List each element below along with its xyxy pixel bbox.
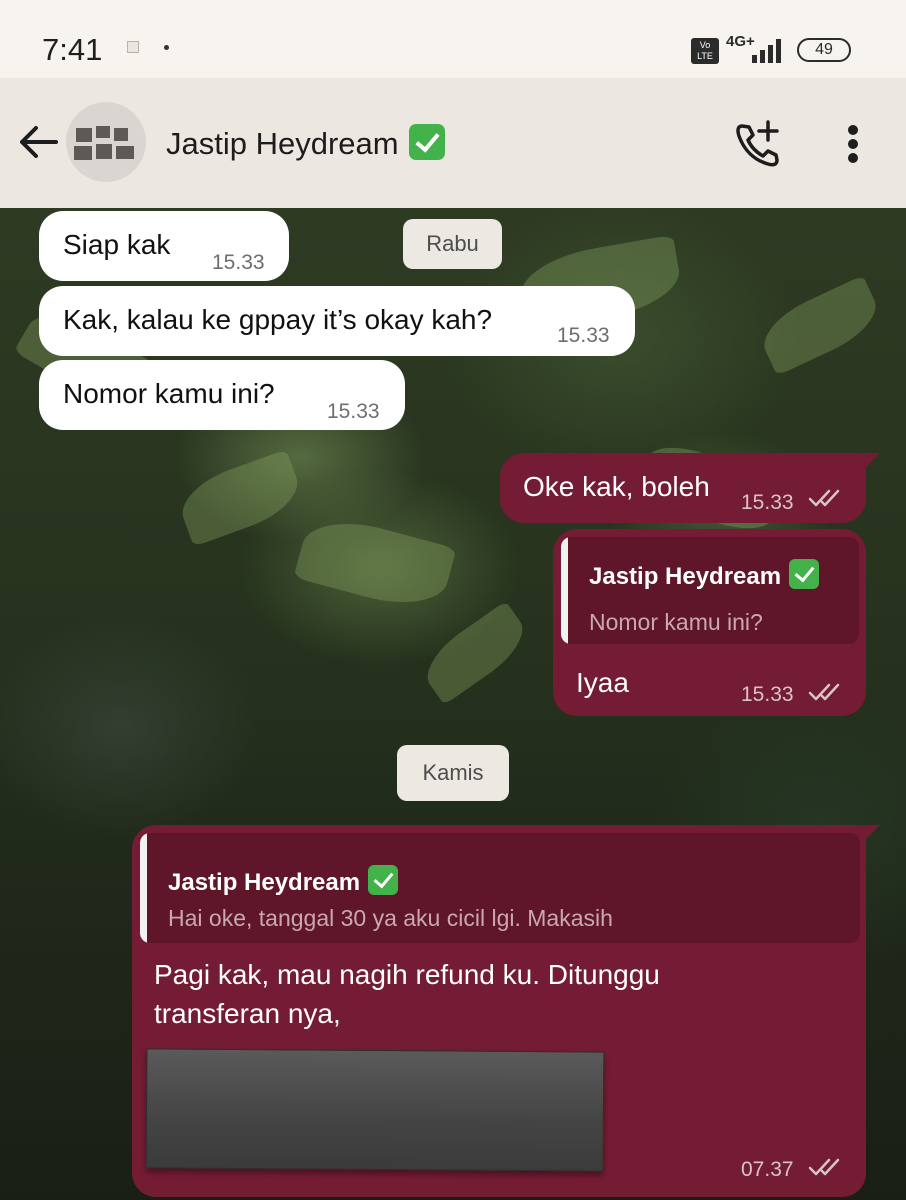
message-time: 15.33: [741, 491, 794, 514]
quote-bar: [561, 537, 568, 644]
message-time: 15.33: [741, 683, 794, 706]
redacted-attachment: [145, 1048, 605, 1172]
read-receipt-icon: [808, 683, 840, 701]
contact-name[interactable]: Jastip Heydream: [166, 124, 445, 162]
verified-badge-icon: [789, 559, 820, 589]
add-call-icon[interactable]: [732, 118, 784, 170]
quote-sender-text: Jastip Heydream: [589, 563, 782, 590]
message-outgoing[interactable]: Jastip Heydream Nomor kamu ini? Iyaa 15.…: [553, 529, 866, 716]
quoted-message[interactable]: Jastip Heydream Hai oke, tanggal 30 ya a…: [140, 833, 860, 943]
message-text-line-2: transferan nya,: [154, 998, 341, 1029]
arrow-left-icon[interactable]: [16, 120, 60, 164]
status-bar: 7:41 Vo LTE 4G+ 49: [0, 0, 906, 78]
bubble-tail: [864, 453, 880, 469]
message-incoming[interactable]: Nomor kamu ini? 15.33: [39, 360, 405, 430]
more-notifications-dot-icon: [164, 45, 169, 50]
quote-sender: Jastip Heydream: [168, 865, 399, 897]
quote-sender: Jastip Heydream: [589, 559, 820, 591]
quote-bar: [140, 833, 147, 943]
verified-badge-icon: [408, 124, 445, 160]
bubble-tail: [864, 825, 880, 841]
notification-icon: [127, 41, 139, 53]
message-text: Nomor kamu ini?: [63, 378, 275, 409]
message-time: 07.37: [741, 1158, 794, 1181]
message-time: 15.33: [212, 251, 265, 274]
volte-icon: Vo LTE: [691, 38, 719, 64]
avatar[interactable]: [66, 102, 146, 182]
message-incoming[interactable]: Siap kak 15.33: [39, 211, 289, 281]
message-text-line-1: Pagi kak, mau nagih refund ku. Ditunggu: [154, 959, 660, 990]
message-text: Siap kak: [63, 229, 171, 260]
message-time: 15.33: [327, 400, 380, 423]
quote-sender-text: Jastip Heydream: [168, 869, 361, 896]
message-text: Iyaa: [576, 667, 629, 698]
message-text: Oke kak, boleh: [523, 471, 710, 502]
message-time: 15.33: [557, 324, 610, 347]
date-chip: Rabu: [403, 219, 502, 269]
quoted-message[interactable]: Jastip Heydream Nomor kamu ini?: [561, 537, 859, 644]
read-receipt-icon: [808, 1158, 840, 1176]
contact-name-text: Jastip Heydream: [166, 126, 399, 161]
chat-area[interactable]: Siap kak 15.33 Rabu Kak, kalau ke gppay …: [0, 208, 906, 1200]
verified-badge-icon: [368, 865, 399, 895]
signal-icon: [748, 39, 784, 63]
status-time: 7:41: [42, 32, 103, 67]
message-text: Kak, kalau ke gppay it’s okay kah?: [63, 304, 493, 335]
date-chip: Kamis: [397, 745, 509, 801]
message-outgoing[interactable]: Jastip Heydream Hai oke, tanggal 30 ya a…: [132, 825, 866, 1197]
battery-icon: 49: [797, 38, 851, 62]
read-receipt-icon: [808, 489, 840, 507]
message-outgoing[interactable]: Oke kak, boleh 15.33: [500, 453, 866, 523]
message-incoming[interactable]: Kak, kalau ke gppay it’s okay kah? 15.33: [39, 286, 635, 356]
chat-header: Jastip Heydream: [0, 78, 906, 208]
more-vert-icon[interactable]: [838, 122, 870, 166]
quote-text: Nomor kamu ini?: [589, 609, 763, 635]
quote-text: Hai oke, tanggal 30 ya aku cicil lgi. Ma…: [168, 905, 613, 931]
